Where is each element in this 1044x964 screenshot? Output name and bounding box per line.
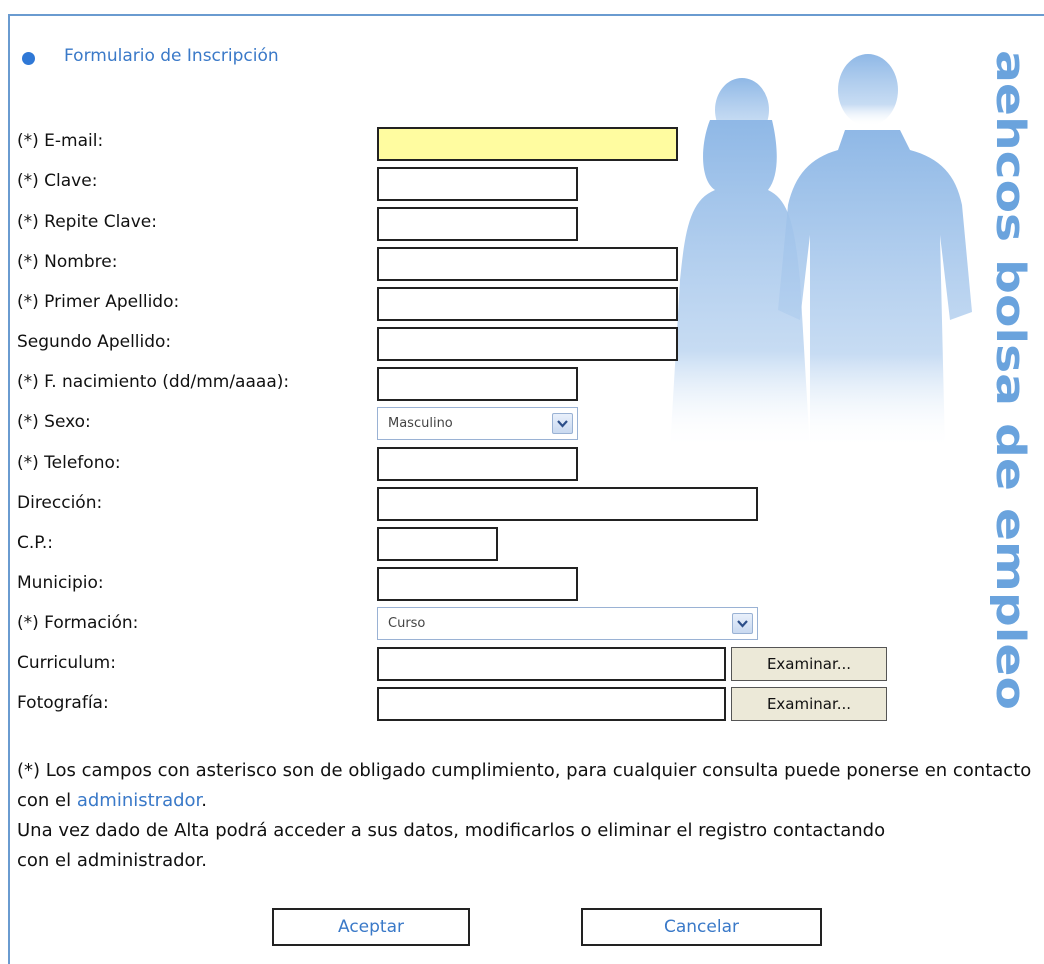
administrator-link[interactable]: administrador — [77, 790, 201, 811]
required-fields-note: (*) Los campos con asterisco son de obli… — [17, 756, 1037, 816]
primer-apellido-field[interactable] — [377, 287, 678, 321]
cancel-button[interactable]: Cancelar — [581, 908, 822, 946]
brand-vertical-logo: aehcos bolsa de empleo — [990, 50, 1033, 710]
formacion-select-value: Curso — [388, 616, 426, 631]
formacion-label: (*) Formación: — [17, 613, 139, 633]
nombre-field[interactable] — [377, 247, 678, 281]
fotografia-label: Fotografía: — [17, 693, 109, 713]
repite-clave-field[interactable] — [377, 207, 578, 241]
chevron-down-icon[interactable] — [732, 613, 753, 634]
cp-label: C.P.: — [17, 533, 54, 553]
curriculum-browse-button[interactable]: Examinar... — [731, 647, 887, 681]
page-title: Formulario de Inscripción — [64, 46, 279, 66]
clave-field[interactable] — [377, 167, 578, 201]
telefono-label: (*) Telefono: — [17, 453, 121, 473]
segundo-apellido-field[interactable] — [377, 327, 678, 361]
nombre-label: (*) Nombre: — [17, 252, 118, 272]
chevron-down-icon[interactable] — [552, 413, 573, 434]
accept-button[interactable]: Aceptar — [272, 908, 470, 946]
note-text-end: . — [201, 790, 208, 811]
curriculum-label: Curriculum: — [17, 653, 116, 673]
clave-label: (*) Clave: — [17, 171, 98, 191]
direccion-label: Dirección: — [17, 493, 103, 513]
email-label: (*) E-mail: — [17, 131, 104, 151]
sexo-select[interactable]: Masculino — [377, 407, 578, 440]
direccion-field[interactable] — [377, 487, 758, 521]
cp-field[interactable] — [377, 527, 498, 561]
nacimiento-label: (*) F. nacimiento (dd/mm/aaaa): — [17, 372, 290, 392]
repite-clave-label: (*) Repite Clave: — [17, 212, 157, 232]
sexo-label: (*) Sexo: — [17, 412, 91, 432]
curriculum-file-field[interactable] — [377, 647, 726, 681]
fotografia-browse-button[interactable]: Examinar... — [731, 687, 887, 721]
municipio-field[interactable] — [377, 567, 578, 601]
svg-text:aehcos bolsa de empleo: aehcos bolsa de empleo — [990, 50, 1033, 710]
email-field[interactable] — [377, 127, 678, 161]
nacimiento-field[interactable] — [377, 367, 578, 401]
segundo-apellido-label: Segundo Apellido: — [17, 332, 172, 352]
municipio-label: Municipio: — [17, 573, 104, 593]
people-silhouette-image — [670, 54, 972, 450]
formacion-select[interactable]: Curso — [377, 607, 758, 640]
telefono-field[interactable] — [377, 447, 578, 481]
bullet-icon — [22, 52, 35, 65]
primer-apellido-label: (*) Primer Apellido: — [17, 292, 180, 312]
registration-note: Una vez dado de Alta podrá acceder a sus… — [17, 820, 886, 871]
sexo-select-value: Masculino — [388, 416, 453, 431]
fotografia-file-field[interactable] — [377, 687, 726, 721]
